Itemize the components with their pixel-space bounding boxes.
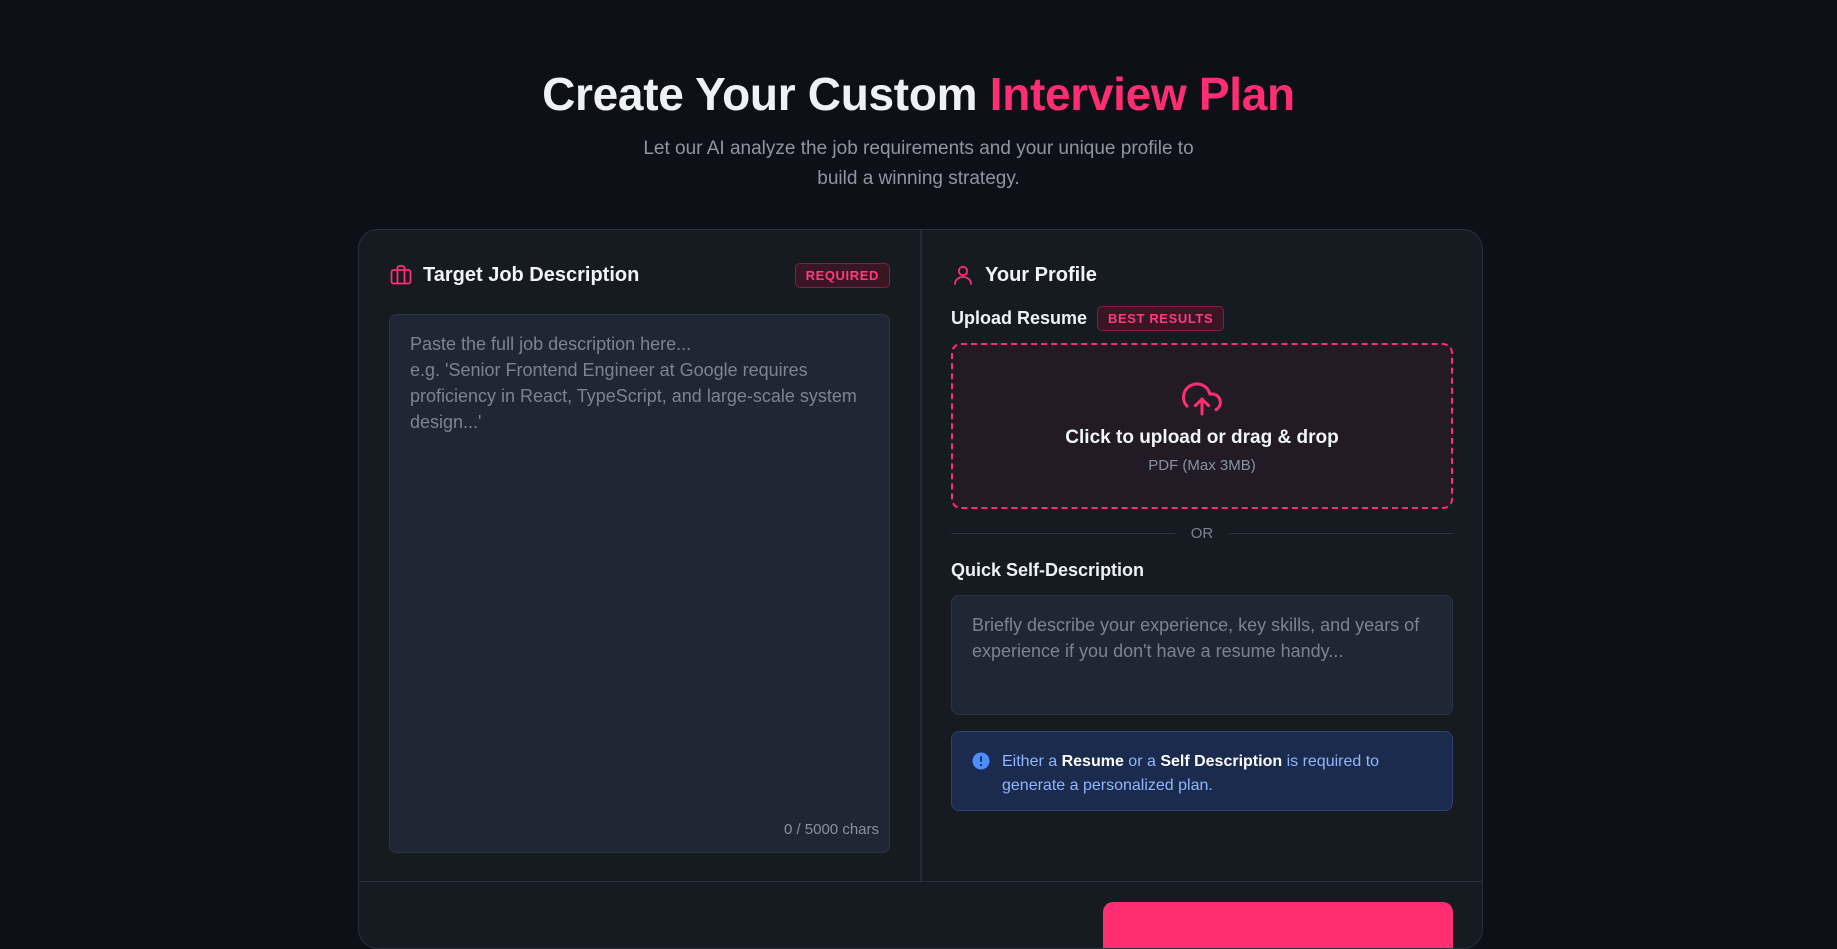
required-badge: REQUIRED <box>794 262 890 288</box>
user-icon <box>954 265 972 285</box>
self-description-input[interactable]: Briefly describe your experience, key sk… <box>951 595 1453 715</box>
plan-form-card: Target Job Description REQUIRED Paste th… <box>358 229 1483 949</box>
or-line-right <box>1229 533 1453 534</box>
job-section-header: Target Job Description REQUIRED <box>389 260 890 290</box>
cloud-upload-icon <box>1182 381 1222 415</box>
page-subtitle: Let our AI analyze the job requirements … <box>643 138 1194 189</box>
hero: Create Your Custom Interview Plan Let ou… <box>0 0 1837 194</box>
profile-section: Your Profile Upload Resume BEST RESULTS … <box>951 260 1453 811</box>
footer-divider <box>359 881 1482 882</box>
briefcase-icon <box>390 265 412 285</box>
self-description-placeholder: Briefly describe your experience, key sk… <box>972 615 1420 661</box>
info-text-part1: Either a <box>1002 753 1062 770</box>
info-text-resume: Resume <box>1061 753 1124 770</box>
job-section-title: Target Job Description <box>423 263 640 286</box>
upload-resume-label: Upload Resume <box>951 308 1088 328</box>
requirement-info-box: Either a Resume or a Self Description is… <box>951 731 1453 811</box>
page-title: Create Your Custom Interview Plan <box>0 66 1837 122</box>
column-divider <box>920 230 922 881</box>
job-description-section: Target Job Description REQUIRED Paste th… <box>389 260 890 853</box>
resume-dropzone[interactable]: Click to upload or drag & drop PDF (Max … <box>951 343 1453 509</box>
job-description-input[interactable]: Paste the full job description here... e… <box>389 314 890 853</box>
or-text: OR <box>1190 525 1214 542</box>
dropzone-hint: PDF (Max 3MB) <box>1148 456 1256 474</box>
or-line-left <box>951 533 1175 534</box>
title-main: Create Your Custom <box>542 68 990 120</box>
dropzone-title: Click to upload or drag & drop <box>1065 426 1339 448</box>
generate-plan-button[interactable] <box>1103 902 1453 948</box>
upload-resume-row: Upload Resume BEST RESULTS <box>951 306 1453 331</box>
best-results-badge: BEST RESULTS <box>1097 306 1225 331</box>
requirement-info-text: Either a Resume or a Self Description is… <box>1002 750 1432 810</box>
char-counter: 0 / 5000 chars <box>783 821 879 838</box>
info-text-part2: or a <box>1123 753 1161 770</box>
title-accent: Interview Plan <box>989 68 1295 120</box>
job-description-placeholder: Paste the full job description here... e… <box>410 334 857 432</box>
profile-section-header: Your Profile <box>951 260 1453 290</box>
profile-section-title: Your Profile <box>985 263 1097 286</box>
info-icon <box>972 752 990 770</box>
or-separator: OR <box>951 525 1453 542</box>
self-description-label: Quick Self-Description <box>951 560 1145 580</box>
info-text-self-description: Self Description <box>1160 753 1283 770</box>
